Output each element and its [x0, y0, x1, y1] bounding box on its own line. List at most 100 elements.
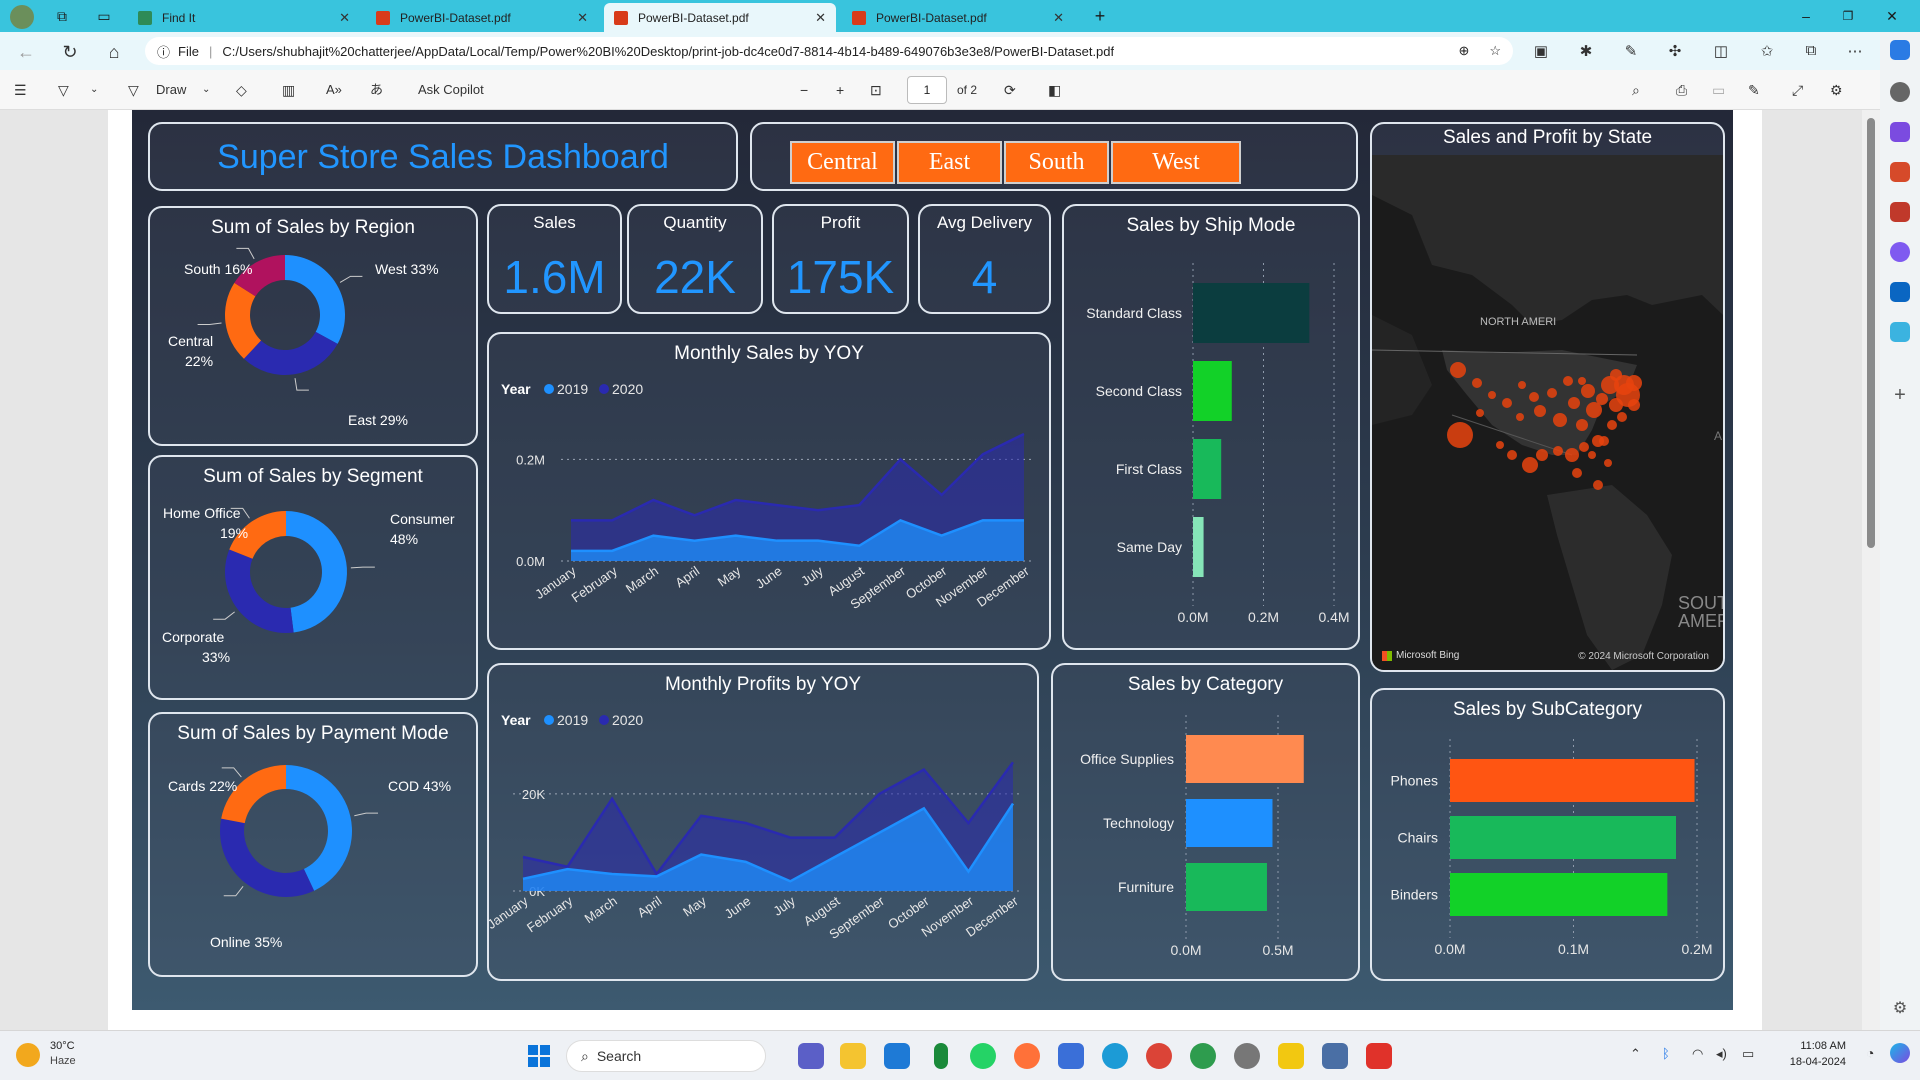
new-tab-button[interactable]: +	[1090, 6, 1110, 26]
microsoft365-icon[interactable]	[1890, 242, 1910, 262]
profile-avatar[interactable]	[10, 5, 34, 29]
search-icon[interactable]	[1890, 82, 1910, 102]
favorites-icon[interactable]: ✩	[1756, 42, 1778, 62]
slicer-east-button[interactable]: East	[897, 141, 1002, 184]
chrome-icon[interactable]	[1146, 1043, 1172, 1069]
windows-start-icon[interactable]	[528, 1045, 550, 1067]
workspaces-icon[interactable]: ⧉	[52, 6, 72, 26]
print-icon[interactable]: ⎙	[1676, 80, 1687, 100]
home-button[interactable]: ⌂	[102, 40, 126, 64]
copilot-icon[interactable]	[1890, 40, 1910, 60]
collections-icon[interactable]: ⧉	[1800, 42, 1822, 62]
zoom-icon[interactable]: ⊕	[1458, 43, 1469, 59]
wifi-icon[interactable]: ◠	[1692, 1046, 1703, 1062]
split-screen-icon[interactable]: ◫	[1710, 42, 1732, 62]
sales-by-ship-mode-card: Sales by Ship Mode 0.0M 0.2M 0.4M Standard …	[1062, 204, 1360, 650]
slicer-central-button[interactable]: Central	[790, 141, 895, 184]
read-aloud-icon[interactable]: A»	[326, 80, 342, 100]
eraser-icon[interactable]: ◇	[236, 80, 247, 100]
mongodb-icon[interactable]	[934, 1043, 948, 1069]
two-page-icon[interactable]: ▥	[282, 80, 295, 100]
battery-icon[interactable]: ▭	[1742, 1046, 1754, 1062]
page-number-input[interactable]: 1	[907, 76, 947, 104]
outlook-icon[interactable]	[1890, 282, 1910, 302]
data-label: Home Office	[163, 505, 241, 521]
taskbar-search[interactable]: ⌕ Search	[566, 1040, 766, 1072]
map-bubble	[1581, 384, 1595, 398]
copilot-taskbar-icon[interactable]	[1890, 1043, 1910, 1063]
volume-icon[interactable]: ◂)	[1716, 1046, 1727, 1062]
x-tick-label: 0.0M	[1177, 609, 1208, 625]
settings-gear-icon[interactable]: ⚙	[1890, 998, 1910, 1018]
close-icon[interactable]: ✕	[1053, 10, 1064, 26]
bluetooth-icon[interactable]: ᛒ	[1662, 1046, 1670, 1061]
highlight-icon[interactable]: ▽	[58, 80, 69, 100]
store-icon[interactable]	[1058, 1043, 1084, 1069]
scrollbar[interactable]	[1862, 110, 1880, 1030]
weather-icon[interactable]	[16, 1043, 40, 1067]
chrome-dev-icon[interactable]	[1190, 1043, 1216, 1069]
restore-button[interactable]: ❐	[1838, 6, 1858, 26]
firefox-icon[interactable]	[1014, 1043, 1040, 1069]
page-view-icon[interactable]: ◧	[1048, 80, 1061, 100]
fullscreen-icon[interactable]: ⤢	[1792, 80, 1803, 100]
close-icon[interactable]: ✕	[577, 10, 588, 26]
file-explorer-icon[interactable]	[840, 1043, 866, 1069]
url-field[interactable]: ⓘ File | C:/Users/shubhajit%20chatterjee…	[145, 37, 1513, 65]
contents-icon[interactable]: ☰	[14, 80, 27, 100]
extensions-puzzle-icon[interactable]: ✣	[1664, 42, 1686, 62]
close-window-button[interactable]: ✕	[1882, 6, 1902, 26]
refresh-button[interactable]: ↻	[58, 40, 82, 64]
settings-gear-icon[interactable]: ⚙	[1830, 80, 1843, 100]
tab-find-it[interactable]: Find It ✕	[128, 3, 360, 32]
draw-icon[interactable]: ▽	[128, 80, 139, 100]
chevron-up-icon[interactable]: ⌃	[1630, 1046, 1641, 1062]
screen-cast-icon[interactable]: ▣	[1530, 42, 1552, 62]
app-icon[interactable]	[1322, 1043, 1348, 1069]
more-menu-icon[interactable]: ⋯	[1844, 42, 1866, 62]
minimize-button[interactable]: –	[1796, 6, 1816, 26]
edge-icon[interactable]	[1102, 1043, 1128, 1069]
powerbi-icon[interactable]	[1278, 1043, 1304, 1069]
info-icon[interactable]: ⓘ	[157, 42, 170, 61]
slicer-south-button[interactable]: South	[1004, 141, 1109, 184]
leader-line	[339, 275, 363, 283]
toolbox-icon[interactable]	[1890, 162, 1910, 182]
save-icon[interactable]: ▭	[1712, 80, 1725, 100]
games-icon[interactable]	[1890, 202, 1910, 222]
zoom-out-icon[interactable]: −	[800, 80, 808, 100]
clock-time[interactable]: 11:08 AM	[1766, 1040, 1846, 1052]
send-icon[interactable]	[1890, 322, 1910, 342]
tab-actions-icon[interactable]: ▭	[94, 6, 114, 26]
teams-icon[interactable]	[798, 1043, 824, 1069]
whatsapp-icon[interactable]	[970, 1043, 996, 1069]
tab-pdf-2[interactable]: PowerBI-Dataset.pdf ✕	[604, 3, 836, 32]
extension-icon[interactable]: ✱	[1575, 42, 1597, 62]
rotate-icon[interactable]: ⟳	[1004, 80, 1016, 100]
close-icon[interactable]: ✕	[339, 10, 350, 26]
notification-bell-icon[interactable]: ◔	[1866, 1045, 1874, 1061]
pen-extension-icon[interactable]: ✎	[1620, 42, 1642, 62]
chevron-down-icon[interactable]: ⌄	[90, 80, 98, 100]
ask-copilot-button[interactable]: Ask Copilot	[418, 80, 484, 100]
search-icon[interactable]: ⌕	[1632, 80, 1640, 100]
translate-icon[interactable]: あ	[370, 80, 383, 100]
back-button[interactable]: ←	[14, 40, 38, 64]
favorite-star-icon[interactable]: ☆	[1489, 43, 1501, 59]
slicer-west-button[interactable]: West	[1111, 141, 1241, 184]
tab-pdf-1[interactable]: PowerBI-Dataset.pdf ✕	[366, 3, 598, 32]
add-icon[interactable]: +	[1890, 384, 1910, 407]
settings-app-icon[interactable]	[1234, 1043, 1260, 1069]
vscode-icon[interactable]	[884, 1043, 910, 1069]
tag-icon[interactable]	[1890, 122, 1910, 142]
draw-button[interactable]: Draw	[156, 80, 186, 100]
tab-pdf-3[interactable]: PowerBI-Dataset.pdf ✕	[842, 3, 1074, 32]
close-icon[interactable]: ✕	[815, 10, 826, 26]
clock-date[interactable]: 18-04-2024	[1766, 1056, 1846, 1068]
scrollbar-thumb[interactable]	[1867, 118, 1875, 548]
chevron-down-icon[interactable]: ⌄	[202, 80, 210, 100]
brave-icon[interactable]	[1366, 1043, 1392, 1069]
save-as-icon[interactable]: ✎	[1748, 80, 1760, 100]
fit-page-icon[interactable]: ⊡	[870, 80, 882, 100]
zoom-in-icon[interactable]: +	[836, 80, 844, 100]
